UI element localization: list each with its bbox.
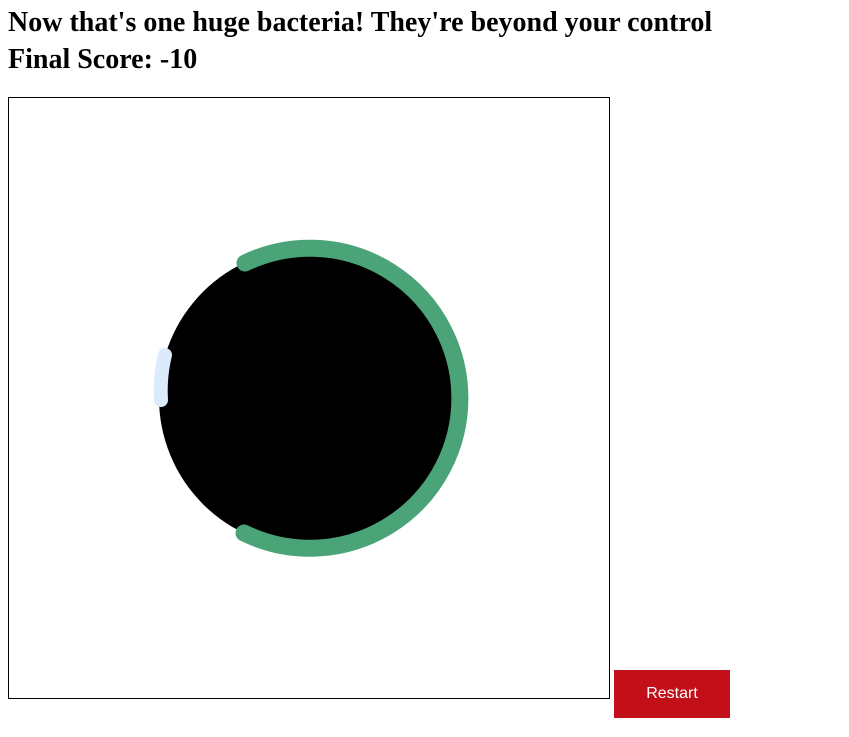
final-score: Final Score: -10 xyxy=(8,44,198,75)
game-canvas[interactable] xyxy=(8,97,610,699)
restart-button[interactable]: Restart xyxy=(614,670,730,718)
bacteria-colony-small[interactable] xyxy=(153,348,172,407)
game-over-message: Now that's one huge bacteria! They're be… xyxy=(8,7,713,38)
